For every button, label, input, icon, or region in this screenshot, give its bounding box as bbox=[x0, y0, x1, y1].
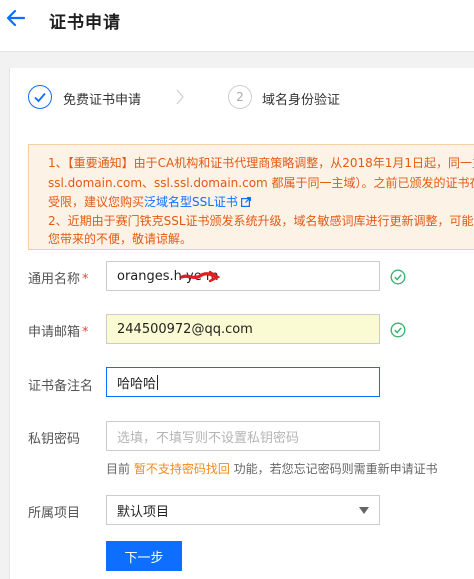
caret-down-icon bbox=[359, 507, 369, 514]
chevron-right-icon bbox=[176, 89, 184, 105]
required-mark: * bbox=[82, 325, 89, 340]
project-label: 所属项目 bbox=[28, 506, 81, 521]
step-1-check-icon bbox=[28, 85, 52, 109]
notice-line-3: 受限，建议您购买泛域名型SSL证书 bbox=[48, 194, 251, 211]
key-password-placeholder: 选填，不填写则不设置私钥密码 bbox=[117, 430, 300, 446]
hint-highlight: 暂不支持密码找回 bbox=[133, 462, 230, 476]
key-password-label: 私钥密码 bbox=[28, 432, 81, 447]
key-password-input[interactable]: 选填，不填写则不设置私钥密码 bbox=[106, 421, 380, 451]
hint-prefix: 目前 bbox=[106, 462, 134, 476]
redaction-scribble bbox=[180, 270, 220, 283]
notice-line-1: 1、【重要通知】由于CA机构和证书代理商策略调整，从2018年1月1日起，同一主 bbox=[48, 156, 474, 170]
notice-line-3-text: 受限，建议您购买 bbox=[48, 195, 145, 209]
valid-check-icon bbox=[390, 322, 406, 338]
notice-line-2: ssl.domain.com、ssl.ssl.domain.com 都属于同一主… bbox=[48, 176, 474, 190]
step-2-label: 域名身份验证 bbox=[262, 93, 341, 108]
common-name-label: 通用名称 * bbox=[28, 268, 89, 287]
remark-value: 哈哈哈 bbox=[117, 376, 157, 392]
email-value: 244500972@qq.com bbox=[117, 321, 253, 337]
email-label-text: 申请邮箱 bbox=[28, 325, 81, 340]
back-arrow-icon[interactable] bbox=[6, 8, 26, 28]
page-header: 证书申请 bbox=[0, 0, 474, 52]
notice-line-5: 您带来的不便，敬请谅解。 bbox=[48, 232, 193, 246]
text-cursor bbox=[157, 374, 159, 390]
common-name-input[interactable]: oranges.h ye m bbox=[106, 261, 380, 291]
password-hint: 目前 暂不支持密码找回 功能，若您忘记密码则需重新申请证书 bbox=[106, 460, 438, 477]
notice-line-4: 2、近期由于赛门铁克SSL证书颁发系统升级，域名敏感词库进行更新调整，可能导 bbox=[48, 214, 474, 228]
project-select[interactable]: 默认项目 bbox=[106, 495, 380, 525]
remark-label: 证书备注名 bbox=[28, 379, 94, 394]
wildcard-ssl-link[interactable]: 泛域名型SSL证书 bbox=[144, 195, 238, 209]
remark-input[interactable]: 哈哈哈 bbox=[106, 367, 380, 397]
common-name-label-text: 通用名称 bbox=[28, 272, 81, 287]
valid-check-icon bbox=[390, 269, 406, 285]
step-2-number: 2 bbox=[228, 85, 252, 109]
notice-box: 1、【重要通知】由于CA机构和证书代理商策略调整，从2018年1月1日起，同一主… bbox=[28, 144, 474, 250]
hint-suffix: 功能，若您忘记密码则需重新申请证书 bbox=[229, 462, 438, 476]
page-title: 证书申请 bbox=[49, 13, 121, 33]
external-link-icon[interactable] bbox=[240, 197, 251, 207]
email-input[interactable]: 244500972@qq.com bbox=[106, 314, 380, 344]
next-step-button[interactable]: 下一步 bbox=[106, 541, 182, 571]
step-1-label: 免费证书申请 bbox=[63, 93, 142, 108]
email-label: 申请邮箱 * bbox=[28, 321, 89, 340]
required-mark: * bbox=[82, 272, 89, 287]
project-selected-value: 默认项目 bbox=[117, 504, 170, 520]
